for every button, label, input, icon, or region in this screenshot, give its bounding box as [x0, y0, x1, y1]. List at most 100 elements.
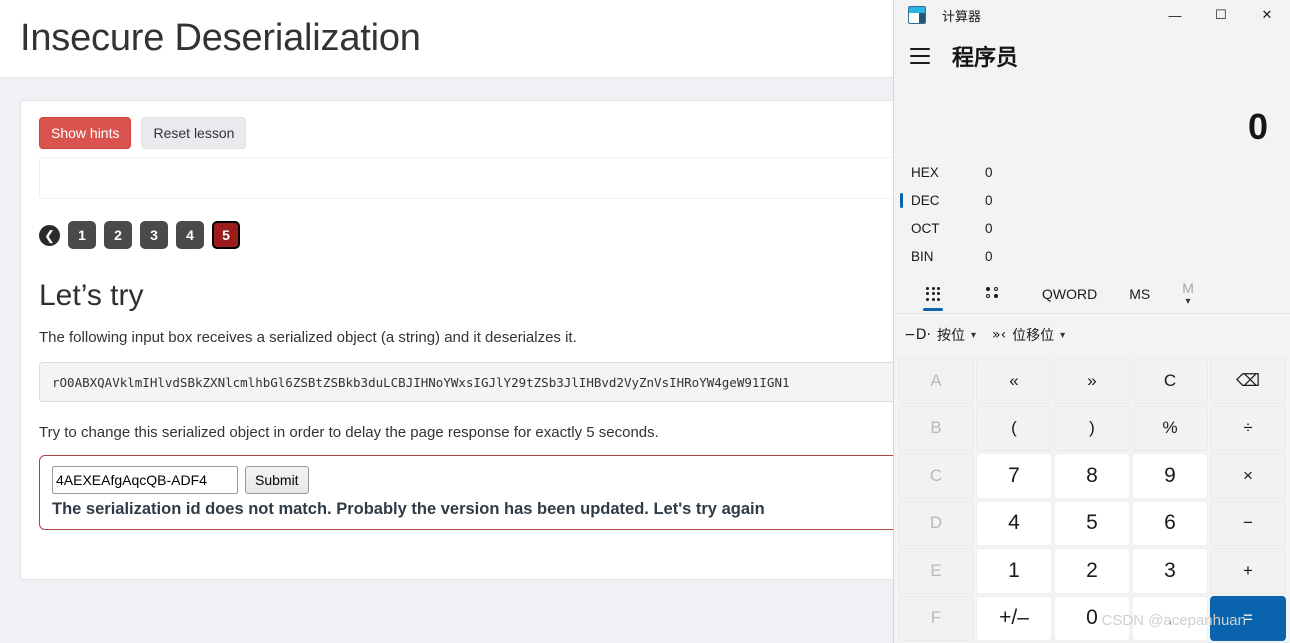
key-A[interactable]: A	[898, 358, 974, 404]
maximize-button[interactable]: ☐	[1198, 0, 1244, 30]
key-9[interactable]: 9	[1132, 453, 1208, 499]
lesson-toolbar: Show hints Reset lesson	[39, 117, 893, 149]
key-5[interactable]: 5	[1054, 500, 1130, 546]
keypad-icon	[926, 286, 940, 301]
reset-lesson-button[interactable]: Reset lesson	[141, 117, 247, 149]
pager-item-4[interactable]: 4	[176, 221, 204, 249]
radix-indicator	[900, 249, 903, 264]
serialized-object-text: rO0ABXQAVklmIHlvdSBkZXNlcmlhbGl6ZSBtZSBk…	[52, 374, 790, 390]
pager-item-2[interactable]: 2	[104, 221, 132, 249]
calculator-mode-label: 程序员	[952, 45, 1019, 70]
hint-panel	[39, 157, 893, 199]
window-controls: — ☐ ✕	[1152, 0, 1290, 30]
calculator-display: 0	[894, 80, 1290, 152]
calculator-mode-bar: 程序员	[894, 30, 1290, 80]
key-sign-toggle[interactable]: +/–	[976, 595, 1052, 641]
key-shift-left[interactable]: «	[976, 358, 1052, 404]
calculator-operations-bar: −D⋅ 按位 ▾ »‹ 位移位 ▾	[894, 314, 1290, 356]
logic-gate-icon: −D⋅	[904, 327, 931, 343]
calculator-keypad: A « » C ⌫ B ( ) % ÷ C 7 8 9 × D 4 5 6 − …	[894, 356, 1290, 643]
chevron-down-icon: ▾	[1185, 296, 1191, 307]
pager-item-1[interactable]: 1	[68, 221, 96, 249]
calculator-tab-bar: QWORD MS M ▾	[894, 274, 1290, 314]
key-paren-open[interactable]: (	[976, 405, 1052, 451]
key-8[interactable]: 8	[1054, 453, 1130, 499]
tab-qword[interactable]: QWORD	[1026, 274, 1113, 314]
key-equals[interactable]: =	[1210, 595, 1286, 641]
key-3[interactable]: 3	[1132, 548, 1208, 594]
key-B[interactable]: B	[898, 405, 974, 451]
chevron-down-icon: ▾	[970, 329, 976, 341]
calculator-icon	[908, 6, 926, 24]
key-6[interactable]: 6	[1132, 500, 1208, 546]
key-divide[interactable]: ÷	[1210, 405, 1286, 451]
lesson-pager: ❮ 1 2 3 4 5	[39, 221, 893, 249]
bitwise-label: 按位	[936, 327, 965, 343]
chevron-down-icon: ▾	[1060, 329, 1066, 341]
serialized-object-box: rO0ABXQAVklmIHlvdSBkZXNlcmlhbGl6ZSBtZSBk…	[39, 362, 893, 402]
key-decimal[interactable]: .	[1132, 595, 1208, 641]
bitshift-dropdown[interactable]: »‹ 位移位 ▾	[992, 325, 1065, 345]
minimize-button[interactable]: —	[1152, 0, 1198, 30]
radix-value-hex: 0	[985, 164, 993, 180]
key-E[interactable]: E	[898, 548, 974, 594]
key-D[interactable]: D	[898, 500, 974, 546]
instruction-paragraph-2: Try to change this serialized object in …	[39, 424, 659, 441]
page-title: Insecure Deserialization	[20, 17, 421, 59]
key-4[interactable]: 4	[976, 500, 1052, 546]
key-F[interactable]: F	[898, 595, 974, 641]
key-2[interactable]: 2	[1054, 548, 1130, 594]
calculator-window: 计算器 — ☐ ✕ 程序员 0 HEX 0 DEC 0 OCT 0 BIN 0 …	[893, 0, 1290, 643]
tab-memory-dropdown[interactable]: M ▾	[1166, 274, 1210, 314]
page-header: Insecure Deserialization	[0, 0, 893, 78]
tab-bit-toggle[interactable]	[964, 274, 1026, 314]
close-button[interactable]: ✕	[1244, 0, 1290, 30]
pager-item-3[interactable]: 3	[140, 221, 168, 249]
key-0[interactable]: 0	[1054, 595, 1130, 641]
key-7[interactable]: 7	[976, 453, 1052, 499]
serialized-object-input[interactable]	[52, 466, 238, 494]
radix-label-bin: BIN	[911, 248, 934, 264]
key-percent[interactable]: %	[1132, 405, 1208, 451]
tab-memory-store[interactable]: MS	[1113, 274, 1166, 314]
radix-indicator-active	[900, 192, 903, 208]
radix-label-dec: DEC	[911, 192, 940, 208]
key-clear[interactable]: C	[1132, 358, 1208, 404]
radix-row-bin[interactable]: BIN 0	[894, 242, 1290, 270]
radix-list: HEX 0 DEC 0 OCT 0 BIN 0	[894, 152, 1290, 274]
bit-shift-icon: »‹	[992, 327, 1007, 343]
bit-toggle-icon	[984, 286, 1006, 302]
screen: Insecure Deserialization Show hints Rese…	[0, 0, 1290, 643]
browser-content: Insecure Deserialization Show hints Rese…	[0, 0, 893, 643]
submit-button[interactable]: Submit	[245, 466, 309, 494]
radix-label-oct: OCT	[911, 220, 940, 236]
calculator-titlebar: 计算器 — ☐ ✕	[894, 0, 1290, 30]
pager-back-icon[interactable]: ❮	[39, 224, 60, 246]
key-1[interactable]: 1	[976, 548, 1052, 594]
display-value: 0	[1247, 106, 1268, 147]
key-paren-close[interactable]: )	[1054, 405, 1130, 451]
tab-memory-label: M	[1182, 280, 1194, 296]
show-hints-button[interactable]: Show hints	[39, 117, 132, 149]
attack-form: Submit The serialization id does not mat…	[39, 455, 893, 530]
bitshift-label: 位移位	[1012, 327, 1055, 343]
menu-icon[interactable]	[910, 48, 930, 64]
radix-value-bin: 0	[985, 248, 993, 264]
error-message: The serialization id does not match. Pro…	[52, 500, 765, 518]
lesson-card: Show hints Reset lesson ❮ 1 2 3 4 5 Let’…	[20, 100, 893, 580]
key-multiply[interactable]: ×	[1210, 453, 1286, 499]
key-plus[interactable]: +	[1210, 548, 1286, 594]
radix-row-dec[interactable]: DEC 0	[894, 186, 1290, 214]
radix-row-hex[interactable]: HEX 0	[894, 158, 1290, 186]
pager-item-5-active[interactable]: 5	[212, 221, 240, 249]
instruction-paragraph-1: The following input box receives a seria…	[39, 329, 577, 346]
key-minus[interactable]: −	[1210, 500, 1286, 546]
tab-keypad[interactable]	[902, 274, 964, 314]
attack-form-row: Submit	[52, 466, 893, 494]
radix-value-oct: 0	[985, 220, 993, 236]
bitwise-dropdown[interactable]: −D⋅ 按位 ▾	[904, 325, 976, 345]
radix-row-oct[interactable]: OCT 0	[894, 214, 1290, 242]
key-shift-right[interactable]: »	[1054, 358, 1130, 404]
key-C-hex[interactable]: C	[898, 453, 974, 499]
key-backspace[interactable]: ⌫	[1210, 358, 1286, 404]
